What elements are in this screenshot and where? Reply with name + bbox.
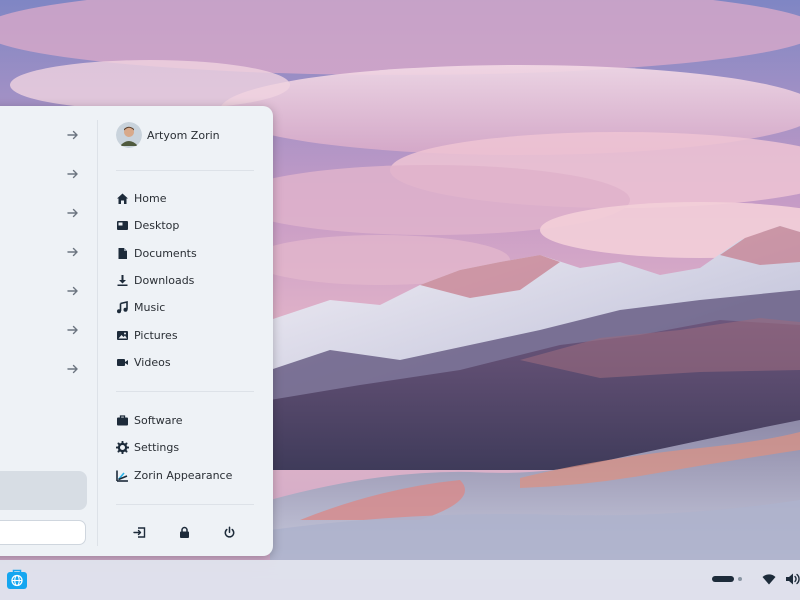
- music-note-icon: [116, 300, 129, 314]
- place-item-label: Desktop: [134, 218, 180, 232]
- place-item-label: Documents: [134, 246, 197, 260]
- place-item-music[interactable]: Music: [116, 298, 165, 316]
- workspace-inactive: [738, 577, 742, 581]
- app-item-software[interactable]: Software: [116, 411, 183, 429]
- app-item-settings[interactable]: Settings: [116, 438, 179, 456]
- place-item-videos[interactable]: Videos: [116, 353, 171, 371]
- category-arrow-icon[interactable]: [66, 245, 80, 259]
- category-arrow-icon[interactable]: [66, 284, 80, 298]
- menu-divider: [97, 120, 98, 546]
- user-name: Artyom Zorin: [147, 128, 220, 142]
- place-item-label: Music: [134, 300, 166, 314]
- place-item-home[interactable]: Home: [116, 189, 166, 207]
- image-icon: [116, 329, 129, 342]
- volume-icon[interactable]: [784, 571, 800, 587]
- home-icon: [116, 192, 129, 205]
- video-camera-icon: [116, 356, 129, 369]
- network-wifi-icon[interactable]: [761, 571, 777, 587]
- taskbar: [0, 560, 800, 600]
- search-input[interactable]: [0, 520, 86, 545]
- place-item-desktop[interactable]: Desktop: [116, 216, 179, 234]
- download-icon: [116, 274, 129, 287]
- user-profile[interactable]: Artyom Zorin: [116, 122, 220, 148]
- app-item-zorin-appearance[interactable]: Zorin Appearance: [116, 466, 232, 484]
- category-arrow-icon[interactable]: [66, 323, 80, 337]
- logout-icon: [132, 526, 145, 538]
- place-item-pictures[interactable]: Pictures: [116, 326, 178, 344]
- category-arrow-icon[interactable]: [66, 167, 80, 181]
- document-icon: [116, 247, 129, 260]
- place-item-downloads[interactable]: Downloads: [116, 271, 194, 289]
- app-item-label: Software: [134, 413, 183, 427]
- category-item-selected[interactable]: [0, 471, 87, 510]
- gear-icon: [116, 440, 129, 454]
- category-arrow-icon[interactable]: [66, 362, 80, 376]
- zorin-appearance-icon: [116, 469, 129, 482]
- desktop-icon: [116, 219, 129, 232]
- workspace-indicator[interactable]: [712, 575, 746, 583]
- start-menu: Artyom Zorin Home Desktop Documents Down…: [0, 106, 273, 556]
- place-item-label: Downloads: [134, 273, 195, 287]
- place-item-documents[interactable]: Documents: [116, 244, 197, 262]
- menu-divider: [116, 504, 254, 505]
- place-item-label: Pictures: [134, 328, 178, 342]
- lock-button[interactable]: [176, 524, 192, 540]
- lock-icon: [179, 526, 189, 538]
- category-arrow-icon[interactable]: [66, 128, 80, 142]
- category-arrow-icon[interactable]: [66, 206, 80, 220]
- app-item-label: Zorin Appearance: [134, 468, 233, 482]
- zorin-menu-icon: [7, 569, 27, 589]
- place-item-label: Videos: [134, 355, 171, 369]
- place-item-label: Home: [134, 191, 167, 205]
- avatar: [116, 122, 142, 148]
- menu-divider: [116, 170, 254, 171]
- power-button[interactable]: [221, 524, 237, 540]
- briefcase-icon: [116, 414, 129, 427]
- desktop: Artyom Zorin Home Desktop Documents Down…: [0, 0, 800, 600]
- menu-divider: [116, 391, 254, 392]
- power-icon: [224, 525, 234, 538]
- app-item-label: Settings: [134, 440, 180, 454]
- logout-button[interactable]: [131, 524, 147, 540]
- zorin-menu-button[interactable]: [6, 568, 28, 590]
- workspace-active: [712, 576, 734, 582]
